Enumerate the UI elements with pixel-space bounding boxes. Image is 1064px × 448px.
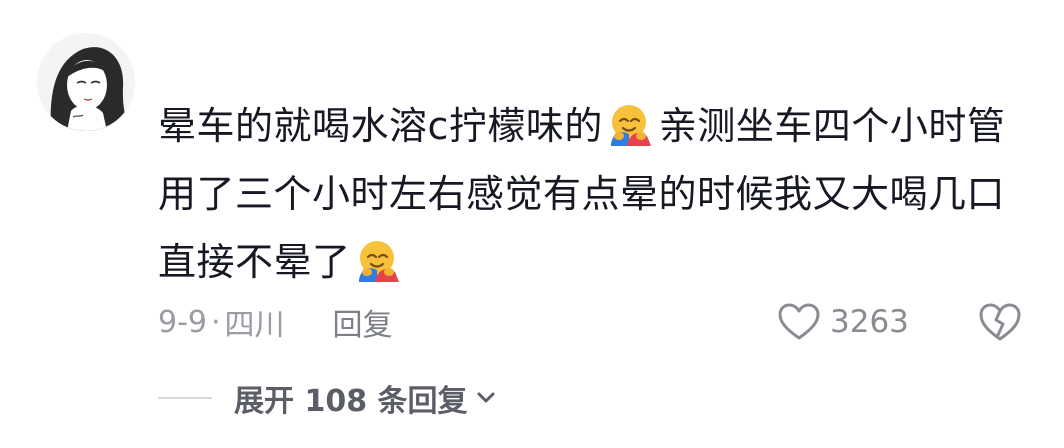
comment-meta: 9-9 · 四川 回复 — [158, 300, 393, 344]
meta-separator: · — [211, 304, 221, 340]
expand-divider — [158, 397, 212, 399]
comment-date: 9-9 — [158, 304, 207, 340]
comment-location: 四川 — [224, 308, 285, 343]
avatar-image — [37, 33, 135, 131]
like-count: 3263 — [830, 304, 909, 340]
comment-text-part1: 晕车的就喝水溶c拧檬味的 — [158, 104, 603, 148]
heart-outline-icon — [778, 303, 820, 340]
comment-text: 晕车的就喝水溶c拧檬味的 亲测坐车四个小时管用了三个小时左右感觉有点晕的时候我又… — [158, 92, 1018, 296]
chevron-down-icon — [477, 392, 495, 403]
hugging-face-emoji-icon — [607, 100, 655, 148]
expand-replies-label: 展开 108 条回复 — [234, 384, 468, 419]
hugging-face-emoji-icon — [355, 236, 403, 284]
like-button[interactable]: 3263 — [778, 300, 909, 344]
expand-replies-button[interactable]: 展开 108 条回复 — [158, 376, 496, 420]
reply-button[interactable]: 回复 — [333, 300, 393, 344]
avatar[interactable] — [37, 33, 135, 131]
dislike-button[interactable] — [978, 301, 1022, 343]
broken-heart-icon — [979, 303, 1021, 341]
comment-item: 晕车的就喝水溶c拧檬味的 亲测坐车四个小时管用了三个小时左右感觉有点晕的时候我又… — [0, 0, 1064, 448]
